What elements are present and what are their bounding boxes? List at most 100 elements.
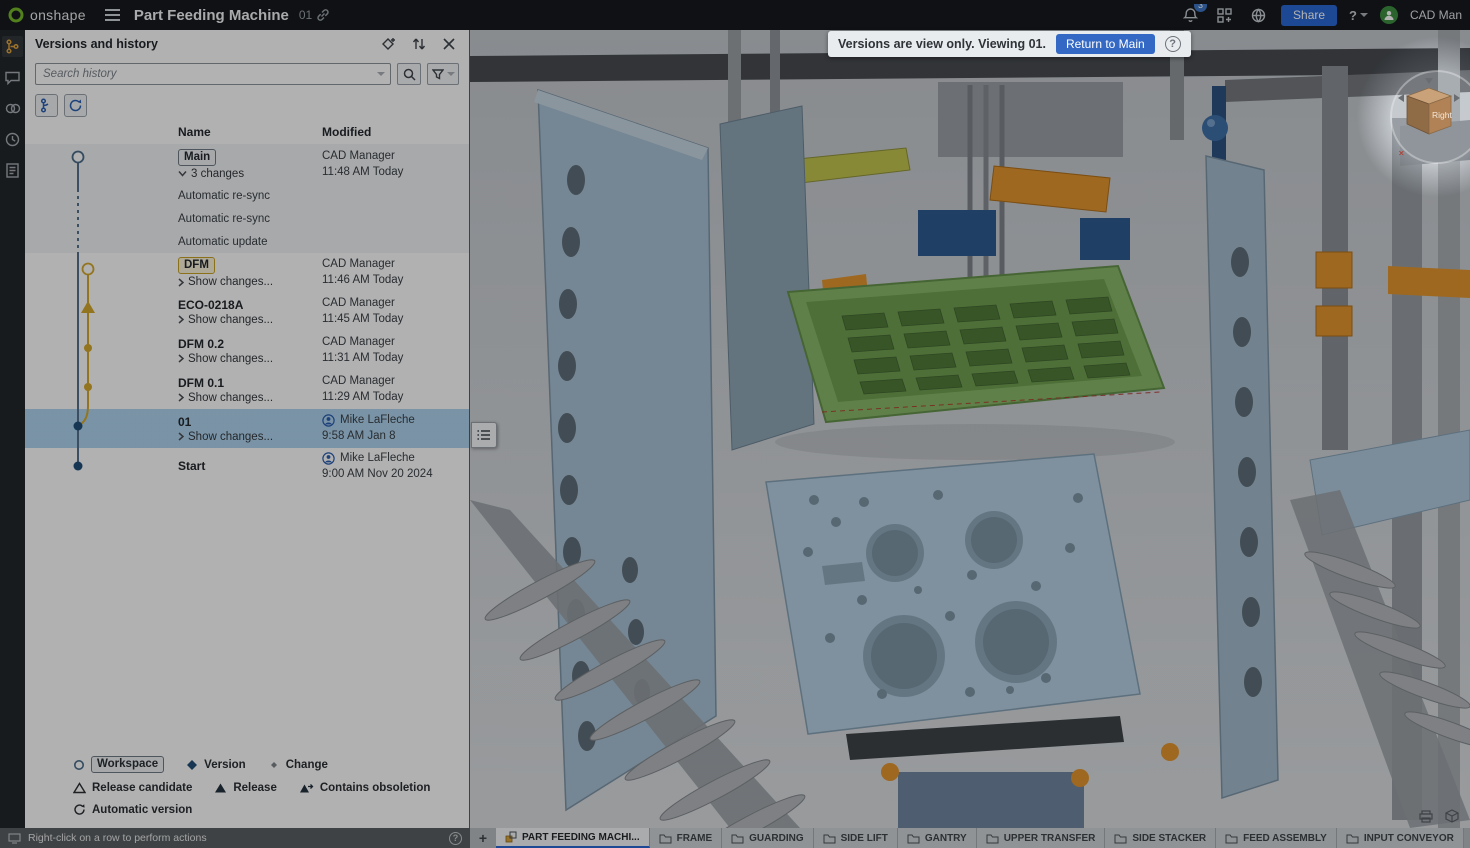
history-row-eco-0218a[interactable]: ECO-0218A Show changes... CAD Manager 11…	[25, 292, 469, 331]
search-dropdown-caret[interactable]	[377, 72, 385, 76]
top-bar: onshape Part Feeding Machine 01 3	[0, 0, 1470, 30]
tab-input-conveyor[interactable]: INPUT CONVEYOR	[1337, 828, 1464, 848]
view-cube[interactable]: Right ✕	[1396, 76, 1462, 168]
return-to-main-button[interactable]: Return to Main	[1056, 34, 1155, 54]
history-change-row[interactable]: Automatic update	[25, 230, 469, 253]
help-icon: ?	[1349, 8, 1357, 23]
column-header-name: Name	[178, 125, 322, 139]
folder-icon	[986, 833, 999, 844]
contains-obsoletion-icon	[299, 782, 314, 794]
document-menu-icon[interactable]	[102, 4, 124, 26]
create-version-icon[interactable]	[379, 34, 399, 54]
folder-icon	[1114, 833, 1127, 844]
panel-title: Versions and history	[35, 37, 158, 51]
history-row-dfm-0-2[interactable]: DFM 0.2 Show changes... CAD Manager 11:3…	[25, 331, 469, 370]
tab-gantry[interactable]: GANTRY	[898, 828, 977, 848]
share-button[interactable]: Share	[1281, 5, 1337, 26]
tab-part-feeding-machine[interactable]: PART FEEDING MACHI...	[496, 828, 650, 848]
folder-icon	[823, 833, 836, 844]
view-only-message: Versions are view only. Viewing 01.	[838, 37, 1046, 51]
folder-icon	[1346, 833, 1359, 844]
show-changes-link[interactable]: Show changes...	[178, 392, 273, 404]
tab-side-lift[interactable]: SIDE LIFT	[814, 828, 898, 848]
show-changes-link[interactable]: Show changes...	[178, 276, 273, 288]
folder-icon	[659, 833, 672, 844]
panel-header: Versions and history	[25, 30, 469, 58]
automatic-version-icon	[73, 803, 86, 816]
tab-guarding[interactable]: GUARDING	[722, 828, 813, 848]
tab-upper-transfer[interactable]: UPPER TRANSFER	[977, 828, 1106, 848]
comments-panel-icon[interactable]	[2, 67, 23, 88]
status-help-icon[interactable]: ?	[449, 832, 462, 845]
onshape-logo-icon[interactable]	[8, 7, 24, 23]
workspace-badge: Main	[178, 149, 216, 166]
legend-workspace: Workspace	[73, 756, 164, 773]
chevron-right-icon	[178, 432, 184, 441]
help-menu[interactable]: ?	[1349, 8, 1368, 23]
onshape-app: onshape Part Feeding Machine 01 3	[0, 0, 1470, 848]
versions-history-panel: Versions and history	[25, 30, 470, 828]
show-changes-link[interactable]: Show changes...	[178, 431, 273, 443]
legend-contains-obsoletion: Contains obsoletion	[299, 782, 431, 794]
release-icon	[214, 782, 227, 794]
show-changes-link[interactable]: Show changes...	[178, 314, 273, 326]
user-avatar-icon	[322, 414, 335, 427]
properties-panel-icon[interactable]	[2, 160, 23, 181]
history-row-main[interactable]: Main 3 changes CAD Manager 11:48 AM Toda…	[25, 144, 469, 184]
history-row-01-selected[interactable]: 01 Show changes... Mike LaFleche	[25, 409, 469, 448]
history-row-dfm-0-1[interactable]: DFM 0.1 Show changes... CAD Manager 11:2…	[25, 370, 469, 409]
row-actions-flyout-button[interactable]	[471, 422, 497, 448]
graph-legend: Workspace Version Change Release candida…	[25, 756, 469, 828]
workspace-node-icon	[73, 759, 85, 771]
graph-view-toggle[interactable]	[35, 94, 58, 117]
link-icon[interactable]	[312, 4, 334, 26]
history-view-toolbar	[25, 90, 469, 120]
onshape-wordmark: onshape	[30, 7, 86, 23]
print-icon[interactable]	[1418, 808, 1434, 824]
versions-history-panel-icon[interactable]	[2, 36, 23, 57]
3d-viewport[interactable]: Right ✕	[470, 30, 1470, 828]
user-avatar[interactable]	[1380, 6, 1398, 24]
follow-mode-icon[interactable]	[2, 98, 23, 119]
release-candidate-icon	[73, 782, 86, 794]
left-icon-rail	[0, 30, 25, 828]
top-bar-right: 3 Share ?	[1179, 4, 1462, 26]
notifications-bell-icon[interactable]: 3	[1179, 4, 1201, 26]
apps-grid-icon[interactable]	[1213, 4, 1235, 26]
close-panel-icon[interactable]	[439, 34, 459, 54]
chevron-right-icon	[178, 354, 184, 363]
document-tabs: PART FEEDING MACHI... FRAME GUARDING SID…	[496, 828, 1470, 848]
status-bar: Right-click on a row to perform actions …	[0, 828, 470, 848]
auto-versions-toggle[interactable]	[64, 94, 87, 117]
viewcube-face-label: Right	[1432, 110, 1452, 120]
compare-versions-icon[interactable]	[409, 34, 429, 54]
user-name-label[interactable]: CAD Manager	[1410, 8, 1462, 22]
search-history-input[interactable]	[35, 63, 391, 85]
workspace-badge: DFM	[178, 257, 215, 274]
history-change-row[interactable]: Automatic re-sync	[25, 207, 469, 230]
bottom-bar: Right-click on a row to perform actions …	[0, 828, 1470, 848]
banner-help-icon[interactable]: ?	[1165, 36, 1181, 52]
history-row-start[interactable]: Start Mike LaFleche 9:00 AM Nov 20 2024	[25, 448, 469, 484]
cad-model-scene[interactable]	[470, 30, 1470, 828]
chevron-right-icon	[178, 393, 184, 402]
search-button[interactable]	[397, 63, 421, 85]
legend-version: Version	[186, 759, 246, 771]
tab-feed-assembly[interactable]: FEED ASSEMBLY	[1216, 828, 1337, 848]
filter-button[interactable]	[427, 63, 459, 85]
folder-icon	[731, 833, 744, 844]
svg-text:✕: ✕	[1398, 149, 1405, 158]
changes-expander[interactable]: 3 changes	[178, 168, 244, 180]
screen-hint-icon	[8, 833, 21, 844]
add-tab-button[interactable]: +	[470, 828, 496, 848]
isometric-view-icon[interactable]	[1444, 808, 1460, 824]
tab-side-stacker[interactable]: SIDE STACKER	[1105, 828, 1216, 848]
history-change-row[interactable]: Automatic re-sync	[25, 184, 469, 207]
folder-icon	[907, 833, 920, 844]
learning-center-icon[interactable]	[1247, 4, 1269, 26]
notifications-count-badge: 3	[1194, 4, 1207, 12]
show-changes-link[interactable]: Show changes...	[178, 353, 273, 365]
tab-frame[interactable]: FRAME	[650, 828, 723, 848]
history-row-dfm[interactable]: DFM Show changes... CAD Manager 11:46 AM…	[25, 253, 469, 292]
history-clock-icon[interactable]	[2, 129, 23, 150]
